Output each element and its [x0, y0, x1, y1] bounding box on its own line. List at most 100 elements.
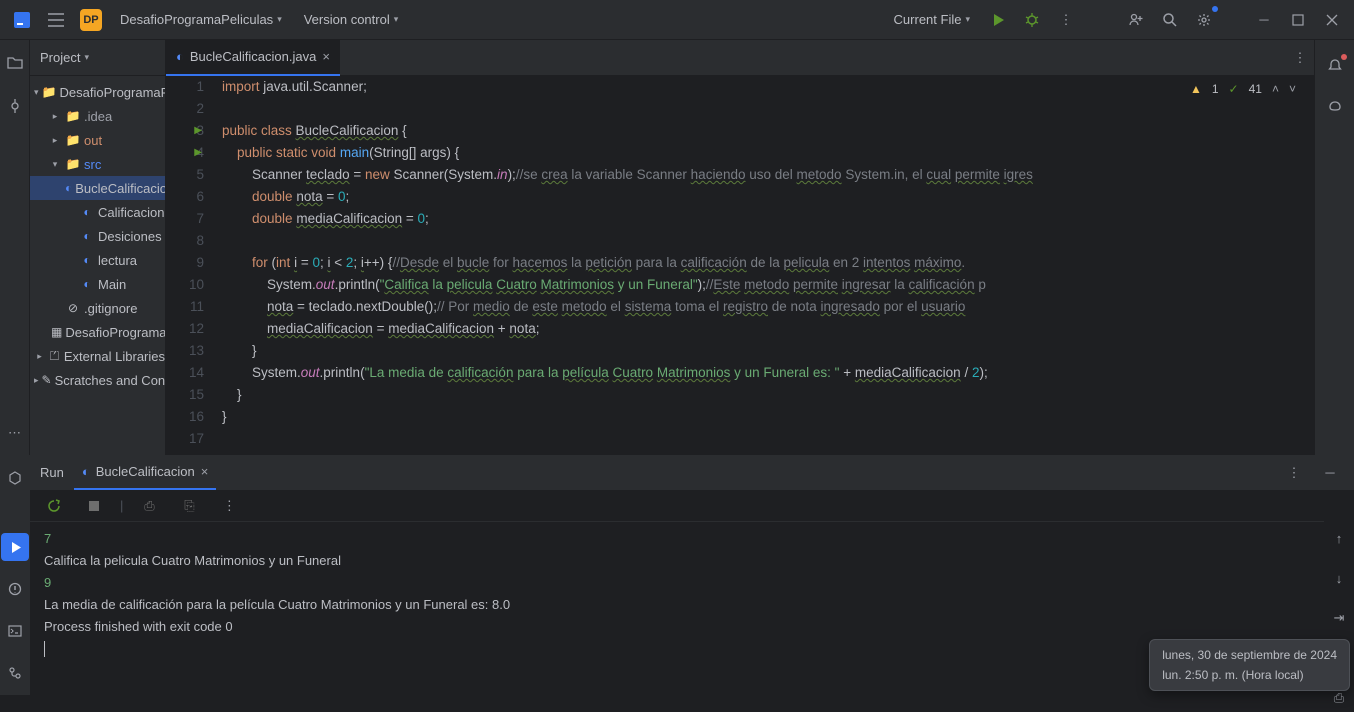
settings-icon[interactable]	[1190, 6, 1218, 34]
more-icon[interactable]: ⋮	[1052, 6, 1080, 34]
chevron-down-icon: ▾	[277, 14, 282, 25]
tab-close-icon[interactable]: ×	[201, 464, 209, 479]
lib-icon: ⏍	[48, 349, 61, 364]
tree-label: External Libraries	[64, 349, 165, 364]
project-tree: ▾📁DesafioProgramaPeliculas▸📁.idea▸📁out▾📁…	[30, 76, 165, 396]
tools-more-icon[interactable]: ⋮	[215, 492, 243, 520]
tree-arrow-icon[interactable]: ▾	[34, 87, 39, 98]
build-icon[interactable]	[1, 464, 29, 492]
up-icon[interactable]: ↑	[1325, 524, 1353, 552]
code-content[interactable]: import java.util.Scanner; public class B…	[222, 76, 1314, 455]
inspection-widget[interactable]: ▲1 ✓41 ˄ ˅	[1190, 82, 1296, 96]
tree-label: lectura	[98, 253, 137, 268]
tree-label: DesafioProgramaPeliculas.iml	[65, 325, 166, 340]
code-with-me-icon[interactable]	[1122, 6, 1150, 34]
class-icon: ◐	[79, 229, 95, 243]
structure-icon[interactable]: ⋯	[1, 419, 29, 447]
maximize-icon[interactable]	[1284, 6, 1312, 34]
editor-tabs: ◐ BucleCalificacion.java × ⋮	[166, 40, 1314, 76]
console-line: Califica la pelicula Cuatro Matrimonios …	[44, 550, 1310, 572]
tree-item[interactable]: ◐lectura	[30, 248, 165, 272]
run-tool-icon[interactable]	[1, 533, 29, 561]
tree-item[interactable]: ▾📁DesafioProgramaPeliculas	[30, 80, 165, 104]
exit-icon[interactable]: ⎘	[175, 492, 203, 520]
vcs-tool-icon[interactable]	[1, 659, 29, 687]
run-more-icon[interactable]: ⋮	[1280, 459, 1308, 487]
run-title: Run	[40, 465, 64, 480]
project-tool-icon[interactable]	[1, 48, 29, 76]
tree-label: BucleCalificacion	[75, 181, 166, 196]
run-gutter-icon[interactable]: ▶	[194, 142, 202, 164]
tree-item[interactable]: ▸📁.idea	[30, 104, 165, 128]
run-tab[interactable]: ◐ BucleCalificacion ×	[74, 456, 216, 490]
tree-item[interactable]: ▸📁out	[30, 128, 165, 152]
code-area[interactable]: 12 3▶ 4▶ 567891011121314151617 import ja…	[166, 76, 1314, 455]
chevron-down-icon: ▾	[84, 52, 89, 63]
terminal-icon[interactable]	[1, 617, 29, 645]
project-selector[interactable]: DesafioProgramaPeliculas▾	[112, 8, 290, 31]
check-icon: ✓	[1229, 82, 1239, 96]
prev-icon[interactable]: ˄	[1272, 82, 1279, 96]
gutter: 12 3▶ 4▶ 567891011121314151617	[166, 76, 222, 455]
main-area: ⋯ Project▾ ▾📁DesafioProgramaPeliculas▸📁.…	[0, 40, 1354, 455]
tab-filename: BucleCalificacion.java	[190, 49, 316, 64]
tree-arrow-icon[interactable]: ▾	[48, 159, 62, 170]
vcs-selector[interactable]: Version control▾	[296, 8, 407, 31]
console-line: La media de calificación para la películ…	[44, 594, 1310, 616]
hamburger-icon[interactable]	[42, 6, 70, 34]
class-icon: ◐	[79, 205, 95, 219]
run-button[interactable]	[984, 6, 1012, 34]
notifications-icon[interactable]	[1321, 52, 1349, 80]
tree-arrow-icon[interactable]: ▸	[48, 135, 62, 146]
tree-label: .gitignore	[84, 301, 137, 316]
tree-item[interactable]: ◐Main	[30, 272, 165, 296]
search-icon[interactable]	[1156, 6, 1184, 34]
project-header[interactable]: Project▾	[30, 40, 165, 76]
stop-icon[interactable]	[80, 492, 108, 520]
class-icon: ◐	[65, 181, 72, 195]
minimize-icon[interactable]: ─	[1250, 6, 1278, 34]
folder-out-icon: 📁	[65, 133, 81, 147]
hide-icon[interactable]: ─	[1316, 459, 1344, 487]
right-toolbar	[1314, 40, 1354, 455]
next-icon[interactable]: ˅	[1289, 82, 1296, 96]
camera-icon[interactable]: ⎙	[135, 492, 163, 520]
tree-arrow-icon[interactable]: ▸	[34, 375, 39, 386]
tree-arrow-icon[interactable]: ▸	[34, 351, 45, 362]
tree-item[interactable]: ▦DesafioProgramaPeliculas.iml	[30, 320, 165, 344]
tree-item[interactable]: ◐BucleCalificacion	[30, 176, 165, 200]
problems-icon[interactable]	[1, 575, 29, 603]
tree-item[interactable]: ◐Desiciones	[30, 224, 165, 248]
tree-item[interactable]: ▾📁src	[30, 152, 165, 176]
ai-icon[interactable]	[1321, 94, 1349, 122]
tree-item[interactable]: ▸⏍External Libraries	[30, 344, 165, 368]
warning-icon: ▲	[1190, 82, 1202, 96]
console-output[interactable]: 7Califica la pelicula Cuatro Matrimonios…	[30, 522, 1324, 712]
console-line: 7	[44, 528, 1310, 550]
run-gutter-icon[interactable]: ▶	[194, 120, 202, 142]
tree-item[interactable]: ⊘.gitignore	[30, 296, 165, 320]
tab-close-icon[interactable]: ×	[322, 49, 330, 64]
close-icon[interactable]	[1318, 6, 1346, 34]
folder-src-icon: 📁	[65, 157, 81, 171]
editor-more-icon[interactable]: ⋮	[1286, 44, 1314, 72]
wrap-icon[interactable]: ⇥	[1325, 604, 1353, 632]
scratch-icon: ✎	[42, 373, 52, 387]
tree-item[interactable]: ▸✎Scratches and Consoles	[30, 368, 165, 392]
debug-button[interactable]	[1018, 6, 1046, 34]
cursor	[44, 641, 45, 657]
app-icon[interactable]	[8, 6, 36, 34]
editor-tab[interactable]: ◐ BucleCalificacion.java ×	[166, 40, 340, 76]
tree-arrow-icon[interactable]: ▸	[48, 111, 62, 122]
class-icon: ◐	[79, 253, 95, 267]
tooltip-time: lun. 2:50 p. m. (Hora local)	[1162, 668, 1337, 682]
down-icon[interactable]: ↓	[1325, 564, 1353, 592]
tree-item[interactable]: ◐Calificacion	[30, 200, 165, 224]
run-config-selector[interactable]: Current File▾	[886, 8, 978, 31]
commit-icon[interactable]	[1, 92, 29, 120]
folder-icon: 📁	[42, 85, 57, 99]
tree-label: src	[84, 157, 101, 172]
chevron-down-icon: ▾	[394, 14, 399, 25]
tree-label: Calificacion	[98, 205, 164, 220]
rerun-icon[interactable]	[40, 492, 68, 520]
